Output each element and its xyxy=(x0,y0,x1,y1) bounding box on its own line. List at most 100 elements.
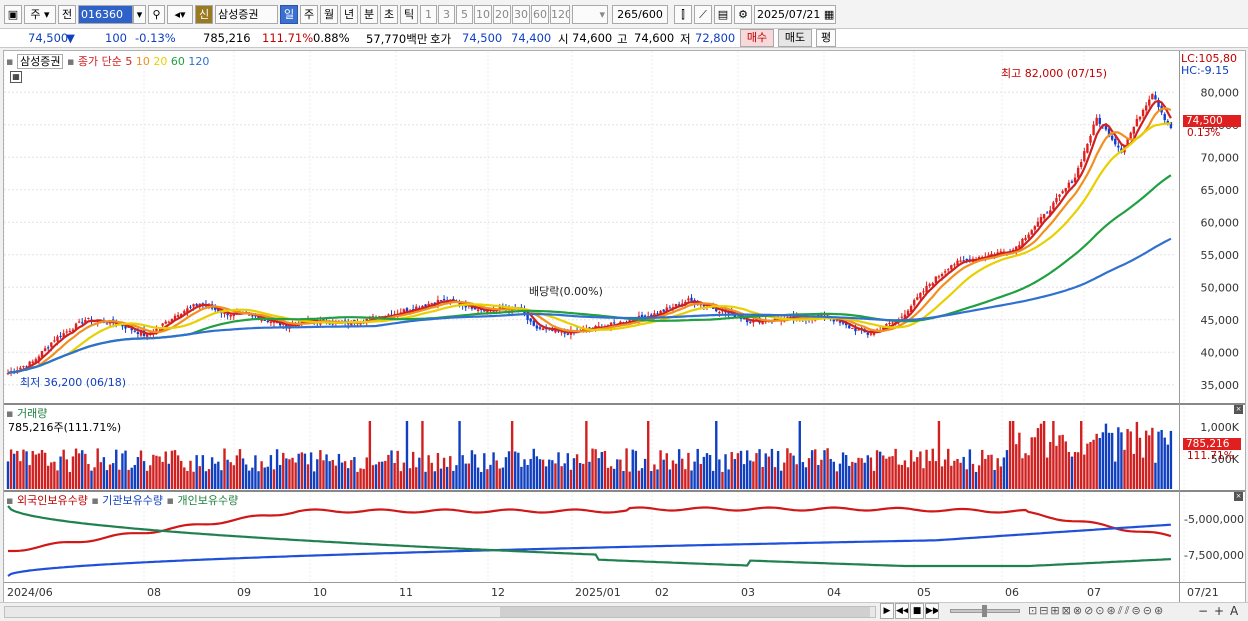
volume-bar xyxy=(578,463,582,489)
tool-icons[interactable]: ⊡⊟⊞⊠⊗⊘⊙⊛⫽⫽⊜⊝⊛ xyxy=(1028,604,1165,618)
search-icon[interactable]: ⚲ xyxy=(148,5,165,24)
grid-toggle-icon[interactable]: ▦ xyxy=(10,71,22,83)
tab-day[interactable]: 일 xyxy=(280,5,298,24)
volume-bar xyxy=(517,452,520,489)
volume-bar xyxy=(1070,456,1074,489)
stock-code-input[interactable]: 016360 xyxy=(78,5,133,24)
volume-bar xyxy=(1030,437,1033,489)
volume-bar xyxy=(244,464,248,489)
stop-icon[interactable]: ■ xyxy=(910,603,924,619)
candle xyxy=(87,318,90,320)
individual-holding-label[interactable]: 개인보유수량 xyxy=(177,494,238,507)
rewind-icon[interactable]: ◀◀ xyxy=(895,603,909,619)
foreign-holding-label[interactable]: 외국인보유수량 xyxy=(17,494,88,507)
zoom-out-icon[interactable]: − xyxy=(1198,604,1208,618)
candle xyxy=(888,322,891,325)
candle xyxy=(959,260,962,262)
volume-bar xyxy=(452,470,455,489)
market-select[interactable]: 주 ▾ xyxy=(24,5,56,24)
volume-bar xyxy=(1110,432,1114,489)
tab-minute[interactable]: 분 xyxy=(360,5,378,24)
zoom-slider-handle[interactable] xyxy=(982,605,987,617)
candle xyxy=(1141,109,1145,116)
scroll-right-icon[interactable]: ▶ xyxy=(880,603,894,619)
gear-icon[interactable]: ⚙ xyxy=(734,5,752,24)
volume-bar xyxy=(919,451,922,489)
volume-bar xyxy=(860,458,863,489)
volume-bar xyxy=(705,453,709,489)
prev-button[interactable]: 전 xyxy=(58,5,76,24)
volume-bar xyxy=(1160,429,1163,489)
date-tick-label: 03 xyxy=(741,586,755,599)
volume-bar xyxy=(551,460,554,489)
scroll-thumb[interactable] xyxy=(500,607,870,617)
low-price: 72,800 xyxy=(695,31,736,45)
candle-type-icon[interactable]: ⫿ xyxy=(674,5,692,24)
volume-bar xyxy=(25,451,28,489)
volume-bar xyxy=(353,457,356,489)
volume-bar xyxy=(780,470,783,489)
volume-bar xyxy=(789,453,792,489)
draw-tool-icon[interactable]: ⟋ xyxy=(694,5,712,24)
tab-second[interactable]: 초 xyxy=(380,5,398,24)
num-20[interactable]: 20 xyxy=(493,5,511,24)
zoom-in-icon[interactable]: + xyxy=(1214,604,1224,618)
date-input[interactable]: 2025/07/21 ▦ xyxy=(754,5,836,24)
font-size-icon[interactable]: A xyxy=(1230,604,1238,618)
volume-panel-close-icon[interactable]: × xyxy=(1234,405,1243,414)
volume-bar xyxy=(665,453,668,489)
volume-bar xyxy=(53,461,56,489)
tab-year[interactable]: 년 xyxy=(340,5,358,24)
price-change-pct: -0.13% xyxy=(135,31,176,45)
chart-svg[interactable]: 35,000 40,000 45,000 50,000 55,000 60,000 65,0… xyxy=(4,51,1245,602)
price-panel-divider[interactable] xyxy=(4,403,1245,405)
holder-panel-close-icon[interactable]: × xyxy=(1234,492,1243,501)
save-icon[interactable]: ▤ xyxy=(714,5,732,24)
num-1[interactable]: 1 xyxy=(420,5,437,24)
price-panel-name[interactable]: 삼성증권 xyxy=(16,54,64,69)
volume-bar xyxy=(832,461,835,489)
candle xyxy=(900,316,904,318)
num-60[interactable]: 60 xyxy=(531,5,549,24)
volume-bar xyxy=(1024,453,1027,489)
candle xyxy=(1061,191,1064,194)
tab-month[interactable]: 월 xyxy=(320,5,338,24)
tab-week[interactable]: 주 xyxy=(300,5,318,24)
candle xyxy=(965,259,968,261)
ma-20-label[interactable]: 20 xyxy=(153,55,167,68)
holder-tick-label: -7,500,000 xyxy=(1184,549,1244,562)
forward-icon[interactable]: ▶▶ xyxy=(925,603,939,619)
num-120[interactable]: 120 xyxy=(550,5,570,24)
candle xyxy=(891,322,894,324)
count-input[interactable]: 265/600 xyxy=(612,5,668,24)
volume-bar xyxy=(674,463,678,489)
volume-bar xyxy=(486,469,489,489)
num-10[interactable]: 10 xyxy=(474,5,492,24)
code-dropdown-icon[interactable]: ▾ xyxy=(133,5,146,24)
window-icon[interactable]: ▣ xyxy=(4,5,22,24)
ma-title[interactable]: 종가 단순 xyxy=(78,55,122,68)
volume-bar xyxy=(495,460,498,489)
volume-bar xyxy=(127,469,130,489)
institution-holding-label[interactable]: 기관보유수량 xyxy=(102,494,163,507)
custom-period-select[interactable]: ▾ xyxy=(572,5,608,24)
ma-5-label[interactable]: 5 xyxy=(125,55,132,68)
speaker-icon[interactable]: ◂▾ xyxy=(167,5,193,24)
num-5[interactable]: 5 xyxy=(456,5,473,24)
chart-area[interactable]: 35,000 40,000 45,000 50,000 55,000 60,000 65,0… xyxy=(3,50,1246,603)
sell-button[interactable]: 매도 xyxy=(778,29,812,47)
volume-bar xyxy=(241,458,245,489)
num-3[interactable]: 3 xyxy=(438,5,455,24)
candle xyxy=(430,303,433,305)
buy-button[interactable]: 매수 xyxy=(740,29,774,47)
num-30[interactable]: 30 xyxy=(512,5,530,24)
volume-bar xyxy=(59,456,62,489)
eval-button[interactable]: 평 xyxy=(816,29,836,47)
volume-bar xyxy=(736,453,740,489)
tab-tick[interactable]: 틱 xyxy=(400,5,418,24)
ma-120-label[interactable]: 120 xyxy=(188,55,209,68)
ma-60-label[interactable]: 60 xyxy=(171,55,185,68)
ma-10-label[interactable]: 10 xyxy=(136,55,150,68)
volume-bar xyxy=(1129,431,1132,489)
volume-bar xyxy=(399,471,402,489)
